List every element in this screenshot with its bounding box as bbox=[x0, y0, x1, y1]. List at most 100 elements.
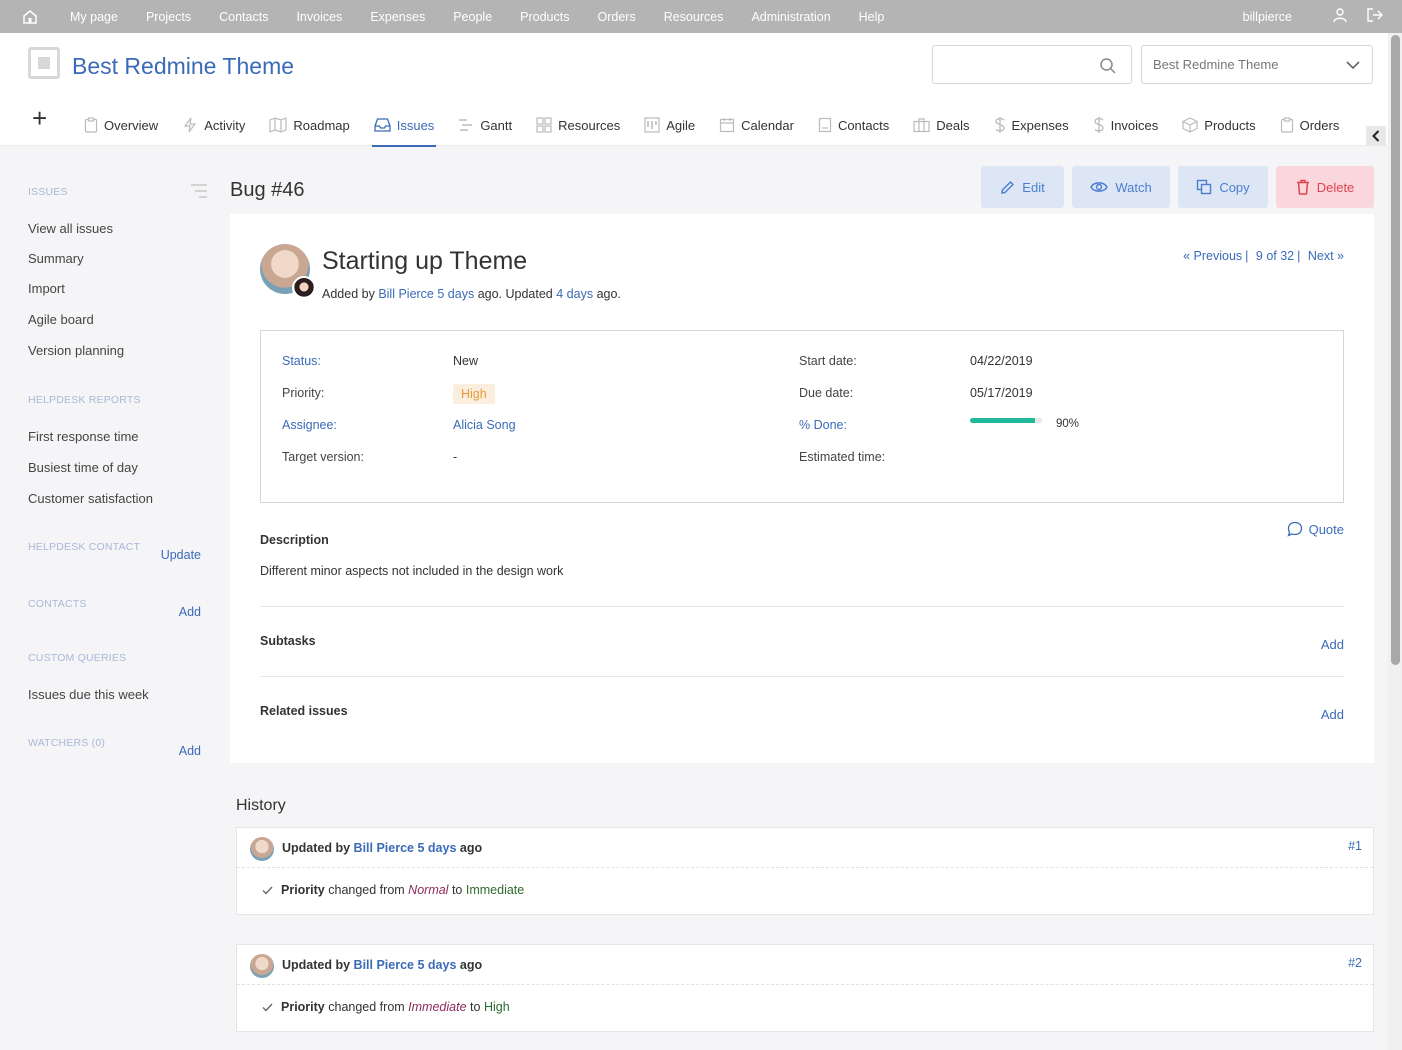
created-ago-link[interactable]: 5 days bbox=[437, 287, 474, 301]
top-menu-contacts[interactable]: Contacts bbox=[219, 10, 268, 24]
new-object-button[interactable]: + bbox=[32, 105, 47, 131]
sidebar-item-first-response-time[interactable]: First response time bbox=[28, 429, 139, 444]
tab-deals[interactable]: Deals bbox=[913, 106, 970, 146]
subtasks-add-link[interactable]: Add bbox=[1321, 637, 1344, 652]
search-input[interactable] bbox=[932, 45, 1132, 84]
delete-button[interactable]: Delete bbox=[1276, 166, 1374, 208]
logout-icon[interactable] bbox=[1348, 7, 1384, 26]
description-text: Different minor aspects not included in … bbox=[260, 564, 564, 578]
done-percent: 90% bbox=[1056, 418, 1080, 430]
logged-user[interactable]: billpierce bbox=[1243, 10, 1292, 24]
sidebar-item-issues-due-this-week[interactable]: Issues due this week bbox=[28, 687, 149, 702]
quote-link[interactable]: Quote bbox=[1287, 521, 1344, 537]
tab-products[interactable]: Products bbox=[1182, 106, 1256, 146]
tab-label: Invoices bbox=[1110, 117, 1159, 133]
grid-icon bbox=[536, 117, 552, 133]
gantt-icon bbox=[459, 119, 473, 131]
watch-button[interactable]: Watch bbox=[1072, 166, 1170, 208]
sidebar-item-busiest-time[interactable]: Busiest time of day bbox=[28, 460, 138, 475]
top-menu-expenses[interactable]: Expenses bbox=[370, 10, 425, 24]
helpdesk-contact-update-link[interactable]: Update bbox=[161, 548, 201, 562]
tab-roadmap[interactable]: Roadmap bbox=[269, 106, 350, 146]
sidebar-item-import[interactable]: Import bbox=[28, 281, 65, 296]
contacts-add-link[interactable]: Add bbox=[179, 605, 201, 619]
project-jump-select[interactable]: Best Redmine Theme bbox=[1141, 45, 1373, 84]
subtasks-heading: Subtasks bbox=[260, 634, 316, 648]
sidebar-item-view-all-issues[interactable]: View all issues bbox=[28, 221, 113, 236]
copy-button[interactable]: Copy bbox=[1178, 166, 1268, 208]
sidebar-item-agile-board[interactable]: Agile board bbox=[28, 312, 94, 327]
change-from-text: changed from bbox=[328, 1000, 405, 1014]
scrollbar-thumb[interactable] bbox=[1391, 35, 1400, 665]
journal-number-link[interactable]: #1 bbox=[1348, 839, 1362, 853]
tab-resources[interactable]: Resources bbox=[536, 106, 620, 146]
check-icon bbox=[262, 886, 273, 895]
assignee-link[interactable]: Alicia Song bbox=[453, 418, 516, 432]
sidebar-heading-contacts: Contacts bbox=[28, 598, 87, 610]
page-scrollbar[interactable] bbox=[1388, 33, 1402, 1050]
tab-label: Products bbox=[1204, 117, 1256, 133]
tab-label: Activity bbox=[204, 117, 246, 133]
sidebar-item-customer-satisfaction[interactable]: Customer satisfaction bbox=[28, 491, 153, 506]
issue-subject: Starting up Theme bbox=[322, 247, 528, 275]
related-issues-heading: Related issues bbox=[260, 704, 348, 718]
journal-user-link[interactable]: Bill Pierce bbox=[354, 958, 414, 972]
tab-invoices[interactable]: Invoices bbox=[1093, 106, 1159, 146]
tab-agile[interactable]: Agile bbox=[644, 106, 695, 146]
tab-issues[interactable]: Issues bbox=[371, 106, 436, 147]
top-menu-orders[interactable]: Orders bbox=[598, 10, 636, 24]
speech-bubble-icon bbox=[1287, 521, 1302, 537]
updated-suffix: ago. bbox=[596, 287, 621, 301]
tab-overview[interactable]: Overview bbox=[84, 106, 158, 146]
sidebar-toggle-icon[interactable] bbox=[190, 184, 208, 198]
status-label[interactable]: Status: bbox=[282, 354, 321, 368]
issue-attributes: Status: New Priority: High Assignee: Ali… bbox=[260, 330, 1344, 503]
avatar[interactable] bbox=[250, 837, 274, 861]
top-menu-items: My page Projects Contacts Invoices Expen… bbox=[70, 10, 912, 24]
journal-ago-link[interactable]: 5 days bbox=[417, 958, 456, 972]
previous-link[interactable]: « Previous bbox=[1183, 249, 1242, 263]
tab-gantt[interactable]: Gantt bbox=[458, 106, 512, 146]
tab-calendar[interactable]: Calendar bbox=[719, 106, 794, 146]
top-menu-products[interactable]: Products bbox=[520, 10, 569, 24]
top-menu-resources[interactable]: Resources bbox=[664, 10, 724, 24]
home-icon[interactable] bbox=[22, 0, 52, 33]
tabs-scroll-left-button[interactable] bbox=[1366, 126, 1386, 146]
user-icon[interactable] bbox=[1314, 7, 1348, 26]
top-menu-invoices[interactable]: Invoices bbox=[296, 10, 342, 24]
sidebar-item-summary[interactable]: Summary bbox=[28, 251, 84, 266]
tab-label: Deals bbox=[936, 117, 970, 133]
top-menu-my-page[interactable]: My page bbox=[70, 10, 118, 24]
assignee-avatar[interactable] bbox=[292, 276, 316, 300]
tab-activity[interactable]: Activity bbox=[182, 106, 245, 146]
tab-orders[interactable]: Orders bbox=[1280, 106, 1339, 146]
avatar[interactable] bbox=[250, 954, 274, 978]
project-title[interactable]: Best Redmine Theme bbox=[72, 53, 294, 80]
journal-prefix: Updated by bbox=[282, 841, 351, 855]
top-menu-people[interactable]: People bbox=[453, 10, 492, 24]
sidebar-item-version-planning[interactable]: Version planning bbox=[28, 343, 124, 358]
chevron-down-icon bbox=[1346, 61, 1360, 70]
journal-number-link[interactable]: #2 bbox=[1348, 956, 1362, 970]
sidebar-heading-helpdesk-contact: Helpdesk contact bbox=[28, 541, 141, 553]
journal-ago-link[interactable]: 5 days bbox=[417, 841, 456, 855]
next-link[interactable]: Next » bbox=[1308, 249, 1344, 263]
top-menu-help[interactable]: Help bbox=[859, 10, 885, 24]
journal-header: Updated by Bill Pierce 5 days ago #2 bbox=[237, 945, 1373, 985]
top-menu-administration[interactable]: Administration bbox=[751, 10, 830, 24]
assignee-label[interactable]: Assignee: bbox=[282, 418, 337, 432]
tab-label: Calendar bbox=[741, 117, 794, 133]
change-field: Priority bbox=[281, 883, 325, 897]
position-link[interactable]: 9 of 32 bbox=[1256, 249, 1294, 263]
journal-details: Priority changed from Immediate to High bbox=[237, 985, 1373, 1031]
tab-expenses[interactable]: Expenses bbox=[994, 106, 1069, 146]
watchers-add-link[interactable]: Add bbox=[179, 744, 201, 758]
tab-contacts[interactable]: Contacts bbox=[818, 106, 889, 146]
author-link[interactable]: Bill Pierce bbox=[378, 287, 434, 301]
done-label[interactable]: % Done: bbox=[799, 418, 847, 432]
top-menu-projects[interactable]: Projects bbox=[146, 10, 191, 24]
related-issues-add-link[interactable]: Add bbox=[1321, 707, 1344, 722]
edit-button[interactable]: Edit bbox=[981, 166, 1064, 208]
journal-user-link[interactable]: Bill Pierce bbox=[354, 841, 414, 855]
updated-ago-link[interactable]: 4 days bbox=[556, 287, 593, 301]
